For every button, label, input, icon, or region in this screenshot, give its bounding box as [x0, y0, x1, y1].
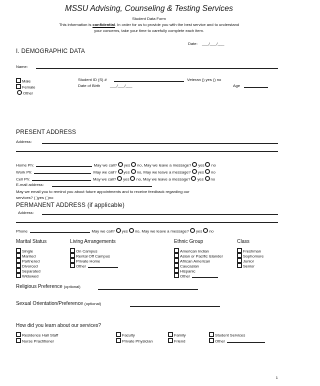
- gender-male[interactable]: Male: [16, 78, 31, 84]
- intro-text-line2: your concerns, take your time to careful…: [94, 28, 204, 33]
- work-call-no-radio[interactable]: [130, 169, 136, 174]
- living-other-field[interactable]: [88, 266, 119, 268]
- student-id-field[interactable]: [114, 81, 184, 82]
- permanent-address-field[interactable]: [42, 214, 278, 215]
- perm-call-yes-radio[interactable]: [115, 228, 121, 233]
- sexual-orientation-field[interactable]: [130, 306, 220, 307]
- page-number: 1: [275, 375, 278, 380]
- present-address-heading: PRESENT ADDRESS: [16, 130, 77, 136]
- form-title: MSSU Advising, Counseling & Testing Serv…: [65, 4, 233, 13]
- home-phone-field[interactable]: [35, 165, 92, 167]
- female-checkbox[interactable]: [16, 84, 21, 89]
- permanent-address-field-line2[interactable]: [16, 222, 278, 223]
- permanent-address-label: Address:: [18, 210, 34, 215]
- class-options: Freshman Sophomore Junior Senior: [237, 248, 264, 269]
- work-call-yes-radio[interactable]: [117, 169, 123, 174]
- perm-msg-yes-radio[interactable]: [189, 228, 195, 233]
- age-label: Age: [233, 83, 241, 88]
- referral-family[interactable]: Family: [168, 332, 186, 338]
- work-msg-no-radio[interactable]: [205, 169, 210, 174]
- home-call-yes-radio[interactable]: [117, 162, 123, 167]
- gender-female[interactable]: Female: [16, 84, 35, 90]
- gender-other[interactable]: Other: [16, 90, 33, 96]
- referral-student-services[interactable]: Student Services: [209, 332, 245, 338]
- cell-phone-row: Cell Ph: May we call? yes no, May we leave …: [16, 176, 216, 182]
- name-field[interactable]: [36, 68, 278, 69]
- email-label: E-mail address:: [16, 182, 44, 187]
- marital-status-heading: Marital Status: [16, 239, 47, 245]
- home-call-no-radio[interactable]: [131, 162, 137, 167]
- student-id-label: Student ID (S) #: [78, 77, 107, 82]
- referral-nurse-practitioner[interactable]: Nurse Practitioner: [16, 338, 54, 344]
- permanent-phone-field[interactable]: [29, 231, 90, 233]
- intro-text: This information is confidential. In ord…: [58, 22, 240, 27]
- other-radio[interactable]: [17, 90, 22, 95]
- dob-label: Date of Birth: [78, 83, 101, 88]
- religious-preference-label: Religious Preference (optional): [16, 284, 81, 290]
- email-question: May we email you to remind you about fut…: [16, 189, 190, 194]
- address-field[interactable]: [42, 143, 278, 144]
- marital-option[interactable]: Widowed: [16, 273, 40, 279]
- email-field[interactable]: [52, 186, 152, 187]
- home-msg-no-radio[interactable]: [205, 162, 211, 167]
- marital-status-options: Single Married Partnered Divorced Separa…: [16, 248, 40, 279]
- perm-msg-no-radio[interactable]: [203, 228, 209, 233]
- permanent-address-heading: PERMANENT ADDRESS (if applicable): [16, 203, 125, 209]
- living-arrangements-heading: Living Arrangements: [70, 239, 116, 245]
- veteran-question: Veteran () yes () no: [187, 77, 222, 82]
- perm-call-no-radio[interactable]: [128, 228, 134, 233]
- home-phone-row: Home Ph: May we call? yes no, May we leave …: [16, 162, 216, 168]
- living-arrangement-options: On Campus Rental Off Campus Private Home…: [70, 248, 119, 269]
- referral-private-physician[interactable]: Private Physician: [116, 338, 153, 344]
- work-phone-field[interactable]: [34, 172, 92, 174]
- sexual-orientation-label: Sexual Orientation/Preference (optional): [16, 301, 102, 307]
- date-label: Date:: [188, 41, 198, 46]
- dob-field[interactable]: ___/___/___: [110, 84, 132, 88]
- class-heading: Class: [237, 239, 250, 245]
- address-field-line2[interactable]: [16, 151, 278, 152]
- living-option[interactable]: Other: [70, 263, 119, 269]
- referral-heading: How did you learn about our services?: [16, 323, 102, 329]
- cell-call-no-radio[interactable]: [130, 176, 136, 181]
- form-name: Student Data Form: [132, 16, 166, 21]
- cell-msg-no-radio[interactable]: [204, 176, 210, 181]
- age-field[interactable]: [244, 87, 268, 88]
- cell-phone-field[interactable]: [32, 179, 92, 181]
- cell-msg-yes-radio[interactable]: [191, 176, 197, 181]
- home-msg-yes-radio[interactable]: [192, 162, 198, 167]
- ethnic-group-options: American Indian Asian or Pacific Islande…: [174, 248, 223, 279]
- permanent-phone-row: Phone May we call? yes no, May we leave a m…: [16, 228, 214, 234]
- address-label: Address:: [16, 139, 32, 144]
- student-data-form-page: MSSU Advising, Counseling & Testing Serv…: [0, 0, 298, 386]
- referral-friend[interactable]: Friend: [168, 338, 185, 344]
- cell-call-yes-radio[interactable]: [117, 176, 123, 181]
- ethnic-group-heading: Ethnic Group: [174, 239, 204, 245]
- ethnic-other-field[interactable]: [192, 276, 219, 278]
- class-option[interactable]: Senior: [237, 263, 264, 269]
- referral-residence-hall[interactable]: Residence Hall Staff: [16, 332, 58, 338]
- name-label: Name:: [16, 64, 28, 69]
- referral-other-field[interactable]: [227, 341, 266, 343]
- referral-other[interactable]: Other: [209, 338, 266, 344]
- ethnic-option[interactable]: Other: [174, 273, 223, 279]
- email-question-answer[interactable]: services? ( )yes ( )no: [16, 196, 53, 200]
- work-phone-row: Work Ph: May we call? yes no, May we leave …: [16, 169, 216, 175]
- male-checkbox[interactable]: [16, 78, 21, 83]
- demographic-heading: I. DEMOGRAPHIC DATA: [16, 49, 86, 55]
- referral-faculty[interactable]: Faculty: [116, 332, 135, 338]
- religious-preference-field[interactable]: [98, 289, 198, 290]
- work-msg-yes-radio[interactable]: [191, 169, 197, 174]
- date-field[interactable]: ___/___/___: [202, 42, 224, 46]
